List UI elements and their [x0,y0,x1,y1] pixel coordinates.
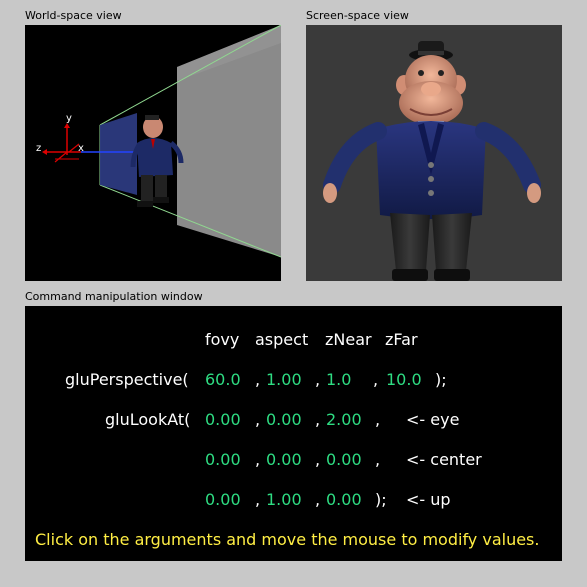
up-x-value[interactable]: 0.00 [205,490,241,510]
up-y-value[interactable]: 1.00 [266,490,302,510]
world-scene [42,25,281,258]
world-space-view[interactable]: y z x [25,25,281,281]
eye-label: <- eye [406,410,460,429]
camera-axes [42,123,81,163]
center-row-end: , [375,450,381,469]
eye-x-value[interactable]: 0.00 [205,410,241,430]
header-zfar: zFar [385,330,418,349]
eye-y-value[interactable]: 0.00 [266,410,302,430]
eye-z-value[interactable]: 2.00 [326,410,362,430]
separator: , [315,450,321,469]
separator: , [255,410,261,429]
separator: , [315,370,321,389]
aspect-value[interactable]: 1.00 [266,370,302,390]
center-y-value[interactable]: 0.00 [266,450,302,470]
center-z-value[interactable]: 0.00 [326,450,362,470]
perspective-close: ); [435,370,447,389]
separator: , [255,490,261,509]
up-row-end: ); [375,490,387,509]
command-manipulation-window: fovy aspect zNear zFar gluPerspective( 6… [25,306,562,561]
world-character [130,115,184,207]
separator: , [315,410,321,429]
separator: , [373,370,379,389]
header-fovy: fovy [205,330,240,349]
separator: , [315,490,321,509]
zfar-value[interactable]: 10.0 [386,370,422,390]
eye-row-end: , [375,410,381,429]
axis-label-x: x [78,143,84,154]
up-z-value[interactable]: 0.00 [326,490,362,510]
command-window-caption: Command manipulation window [25,290,203,303]
separator: , [255,450,261,469]
glu-perspective-label: gluPerspective( [65,370,189,389]
center-label: <- center [406,450,482,469]
rendered-character [323,41,541,281]
near-plane [100,113,137,195]
header-znear: zNear [325,330,372,349]
screen-view-caption: Screen-space view [306,9,409,22]
fovy-value[interactable]: 60.0 [205,370,241,390]
separator: , [255,370,261,389]
screen-space-view [306,25,562,281]
header-aspect: aspect [255,330,309,349]
znear-value[interactable]: 1.0 [326,370,351,390]
world-view-caption: World-space view [25,9,122,22]
axis-label-z: z [36,143,42,154]
axis-label-y: y [66,113,72,124]
up-label: <- up [406,490,451,509]
instruction-text: Click on the arguments and move the mous… [35,530,540,549]
glu-lookat-label: gluLookAt( [105,410,191,429]
center-x-value[interactable]: 0.00 [205,450,241,470]
